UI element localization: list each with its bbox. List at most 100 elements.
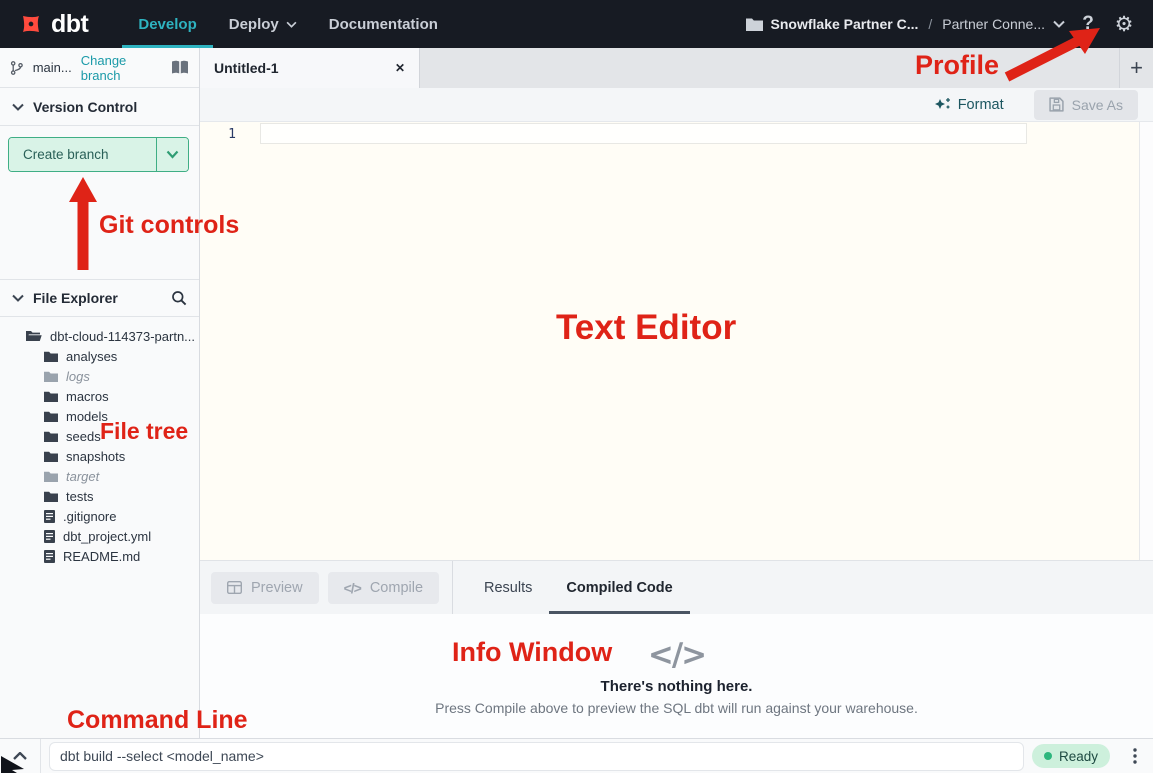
nav-documentation-label: Documentation [329,16,438,33]
tab-compiled-code[interactable]: Compiled Code [549,561,689,614]
command-text: dbt build --select <model_name> [60,748,264,764]
folder-icon [44,471,58,482]
code-icon: </> [344,580,361,596]
top-nav-bar: dbt Develop Deploy Documentation Snowfla… [0,0,1153,48]
save-icon [1049,97,1064,112]
tree-item-label: dbt_project.yml [63,529,151,544]
save-as-label: Save As [1072,97,1123,113]
git-branch-icon [10,60,24,76]
tree-item-seeds[interactable]: seeds [0,426,199,446]
status-label: Ready [1059,749,1098,764]
project-breadcrumb[interactable]: Snowflake Partner C... / Partner Conne..… [746,16,1065,32]
table-icon [227,581,242,594]
tree-item-tests[interactable]: tests [0,486,199,506]
tree-item-target[interactable]: target [0,466,199,486]
change-branch-link[interactable]: Change branch [81,53,162,83]
compile-label: Compile [370,580,423,596]
gear-icon[interactable]: ⚙ [1111,11,1137,37]
chevron-down-icon [286,21,297,28]
preview-button[interactable]: Preview [211,572,319,604]
folder-icon [44,371,58,382]
tab-untitled-1[interactable]: Untitled-1 ✕ [200,48,420,88]
command-input[interactable]: dbt build --select <model_name> [49,742,1024,771]
search-icon[interactable] [171,290,187,306]
file-explorer-title: File Explorer [33,290,118,306]
status-badge: Ready [1032,744,1110,768]
editor-current-line[interactable] [260,123,1027,144]
project-name: Partner Conne... [942,16,1045,32]
folder-icon [746,17,763,31]
command-bar-divider [40,739,41,773]
code-editor[interactable]: 1 [200,122,1153,560]
file-icon [44,530,55,543]
help-icon[interactable]: ? [1075,11,1101,37]
file-explorer-header[interactable]: File Explorer [0,279,199,317]
new-tab-button[interactable]: + [1119,48,1153,88]
folder-open-icon [26,330,42,342]
tree-item-models[interactable]: models [0,406,199,426]
kebab-menu-icon[interactable] [1122,748,1148,764]
create-branch-button[interactable]: Create branch [9,138,156,171]
code-icon: </> [648,637,705,673]
tree-item-label: seeds [66,429,101,444]
sidebar-spacer [0,172,199,279]
results-tab-label: Results [484,580,532,596]
tree-item-gitignore[interactable]: .gitignore [0,506,199,526]
tree-item-snapshots[interactable]: snapshots [0,446,199,466]
empty-state-title: There's nothing here. [601,678,753,695]
editor-scrollbar-gutter[interactable] [1139,122,1153,560]
main-nav: Develop Deploy Documentation [122,0,454,48]
chevron-down-icon [12,103,24,111]
header-right: Snowflake Partner C... / Partner Conne..… [746,11,1137,37]
sidebar: main... Change branch Version Control Cr… [0,48,200,738]
preview-label: Preview [251,580,303,596]
tab-results[interactable]: Results [467,561,549,614]
current-branch-name: main... [33,60,72,75]
close-icon[interactable]: ✕ [395,61,405,75]
dbt-logo-text: dbt [51,10,88,39]
workspace: main... Change branch Version Control Cr… [0,48,1153,738]
dbt-logo[interactable]: dbt [16,9,88,39]
chevron-up-icon [13,752,27,760]
tree-item-project-root[interactable]: dbt-cloud-114373-partn... [0,326,199,346]
file-icon [44,550,55,563]
nav-deploy[interactable]: Deploy [213,0,313,48]
compile-button[interactable]: </> Compile [328,572,439,604]
status-dot [1044,752,1052,760]
expand-command-bar-button[interactable] [0,739,40,773]
tree-item-analyses[interactable]: analyses [0,346,199,366]
line-number: 1 [200,127,236,142]
tree-item-label: target [66,469,99,484]
breadcrumb-separator: / [928,16,932,32]
docs-book-icon[interactable] [171,60,189,75]
format-button[interactable]: Format [935,97,1004,113]
tree-item-logs[interactable]: logs [0,366,199,386]
tree-item-dbt-project-yml[interactable]: dbt_project.yml [0,526,199,546]
tree-item-label: macros [66,389,109,404]
folder-icon [44,451,58,462]
create-branch-dropdown[interactable] [156,138,188,171]
info-window: </> There's nothing here. Press Compile … [200,614,1153,738]
tree-item-label: .gitignore [63,509,116,524]
version-control-header[interactable]: Version Control [0,88,199,126]
save-as-button[interactable]: Save As [1034,90,1138,120]
tab-bar-empty-space [420,48,1119,88]
nav-documentation[interactable]: Documentation [313,0,454,48]
tab-title: Untitled-1 [214,60,279,76]
tree-item-readme[interactable]: README.md [0,546,199,566]
nav-develop-label: Develop [138,16,196,33]
command-bar: dbt build --select <model_name> Ready [0,738,1153,773]
chevron-down-icon [166,150,179,159]
editor-toolbar: Format Save As [200,88,1153,122]
nav-develop[interactable]: Develop [122,0,212,48]
folder-icon [44,391,58,402]
create-branch-split-button: Create branch [8,137,189,172]
dbt-logo-icon [16,9,46,39]
tree-item-label: models [66,409,108,424]
tree-item-label: analyses [66,349,117,364]
empty-state-subtitle: Press Compile above to preview the SQL d… [435,700,918,716]
tree-item-macros[interactable]: macros [0,386,199,406]
chevron-down-icon [1053,20,1065,28]
folder-icon [44,491,58,502]
account-name: Snowflake Partner C... [771,16,919,32]
